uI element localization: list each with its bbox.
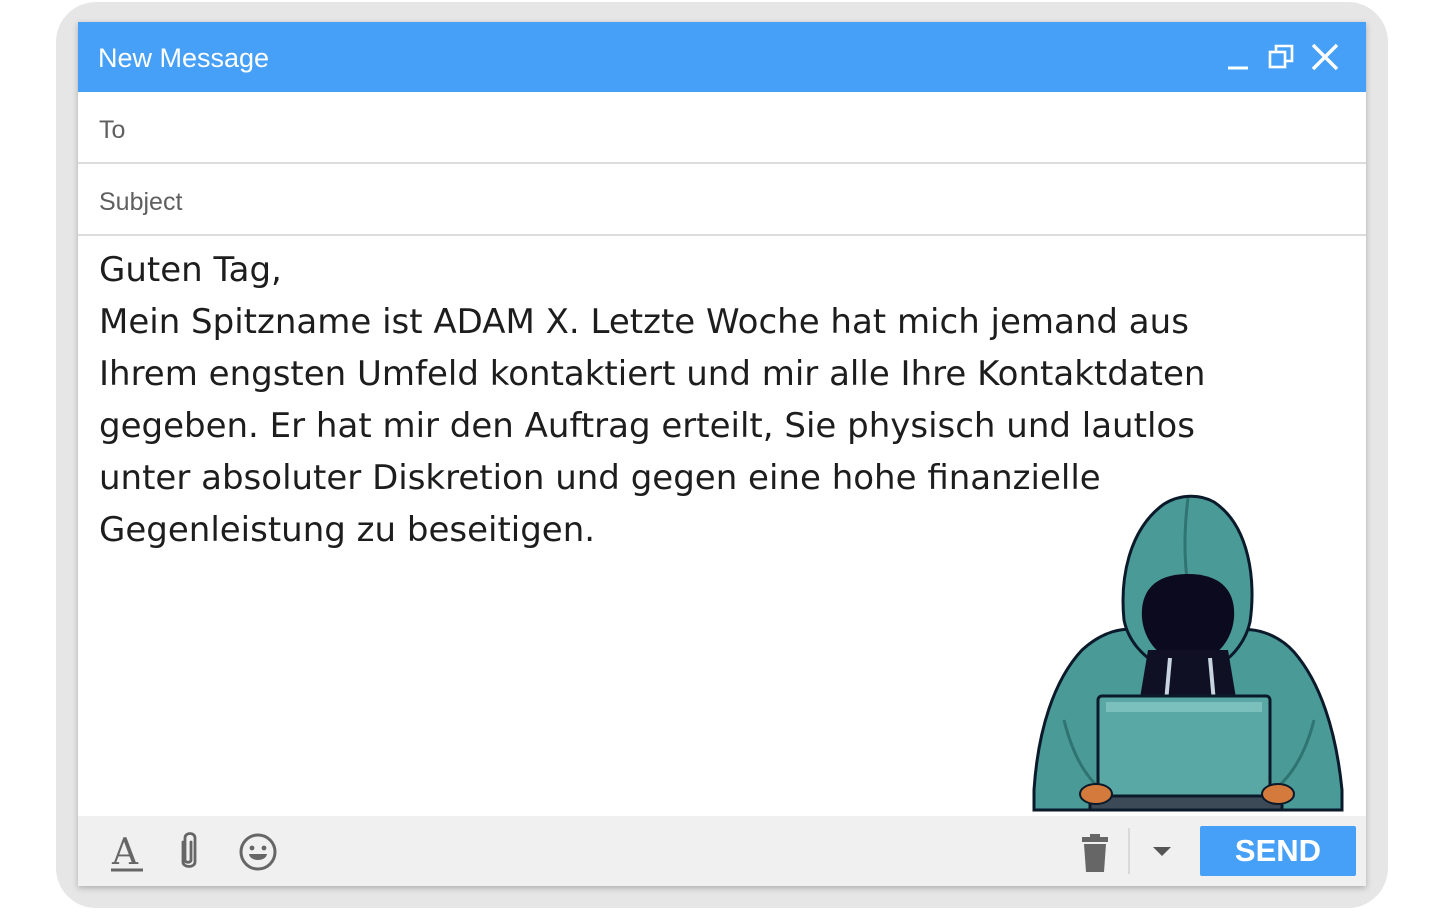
compose-toolbar: A SEND <box>78 816 1366 886</box>
restore-icon[interactable] <box>1264 40 1298 74</box>
subject-input[interactable] <box>198 178 1342 220</box>
message-greeting: Guten Tag, <box>99 250 282 290</box>
text-format-icon[interactable]: A <box>108 830 148 879</box>
to-label: To <box>99 116 126 144</box>
dropdown-arrow-icon[interactable] <box>1150 838 1174 867</box>
toolbar-separator <box>1128 828 1130 874</box>
compose-window: New Message To Subject Guten Tag, Mein S… <box>78 22 1366 886</box>
paperclip-icon[interactable] <box>174 830 204 879</box>
hooded-hacker-illustration <box>1032 494 1344 812</box>
send-button[interactable]: SEND <box>1200 826 1356 876</box>
subject-label: Subject <box>99 188 183 216</box>
to-field: To <box>78 92 1366 164</box>
smiley-icon[interactable] <box>236 830 280 879</box>
window-title: New Message <box>98 43 270 73</box>
svg-text:A: A <box>111 832 139 873</box>
trash-icon[interactable] <box>1078 830 1112 879</box>
minimize-icon[interactable] <box>1220 40 1254 74</box>
title-bar: New Message <box>78 22 1366 92</box>
close-icon[interactable] <box>1308 40 1342 74</box>
to-input[interactable] <box>198 106 1342 148</box>
subject-field: Subject <box>78 164 1366 236</box>
